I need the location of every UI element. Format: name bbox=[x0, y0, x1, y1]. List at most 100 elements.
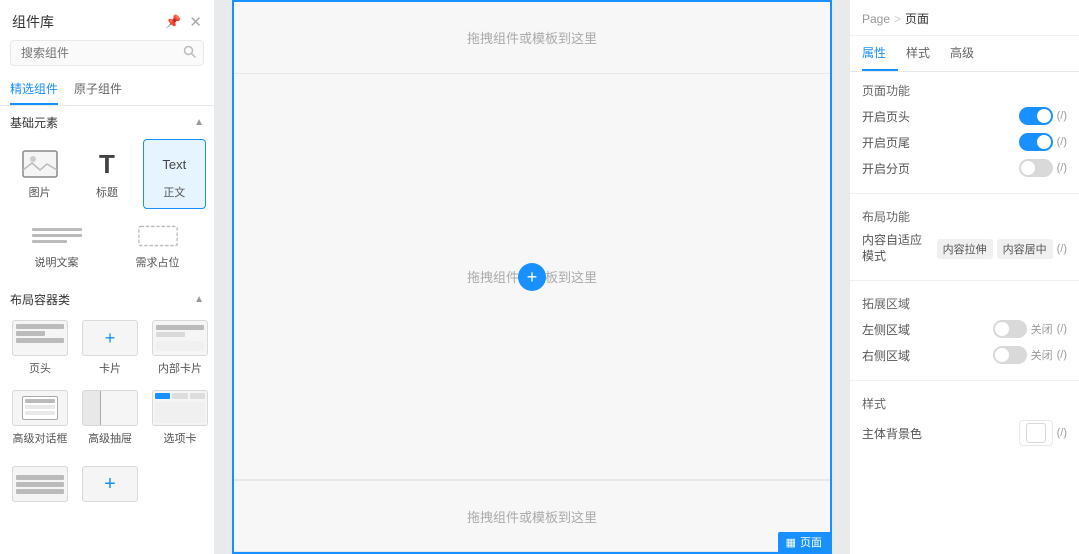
prop-controls-header: (/) bbox=[1019, 107, 1067, 125]
layout-inner-card-thumb bbox=[152, 320, 208, 356]
page-badge-icon: ▦ bbox=[786, 536, 796, 549]
toggle-left-label: 关闭 bbox=[1031, 321, 1053, 337]
prop-label-right-area: 右侧区域 bbox=[862, 347, 910, 364]
search-input[interactable] bbox=[10, 40, 204, 66]
text-symbol: Text bbox=[162, 157, 186, 172]
prop-controls-right-area: 关闭 (/) bbox=[993, 346, 1067, 364]
layout-tabs-thumb bbox=[152, 390, 208, 426]
close-icon[interactable]: ✕ bbox=[189, 13, 202, 31]
panel-title: 组件库 bbox=[12, 12, 54, 32]
more-add-thumb: + bbox=[82, 466, 138, 502]
right-tab-style[interactable]: 样式 bbox=[906, 36, 942, 71]
prop-row-bg-color: 主体背景色 (/) bbox=[862, 420, 1067, 446]
layout-functions-section: 布局功能 内容自适应模式 内容拉伸 内容居中 (/) bbox=[850, 198, 1079, 276]
content-mode-suffix: (/) bbox=[1057, 243, 1067, 255]
tab-atomic[interactable]: 原子组件 bbox=[74, 74, 122, 105]
expand-areas-section: 拓展区域 左侧区域 关闭 (/) 右侧区域 关闭 (/) bbox=[850, 285, 1079, 376]
text-label: 正文 bbox=[163, 184, 185, 200]
component-title[interactable]: T 标题 bbox=[75, 139, 138, 209]
desc-icon bbox=[13, 222, 100, 250]
breadcrumb-parent: Page bbox=[862, 12, 890, 26]
desc-label: 说明文案 bbox=[35, 254, 79, 270]
right-tab-props[interactable]: 属性 bbox=[862, 36, 898, 71]
prop-label-left-area: 左侧区域 bbox=[862, 321, 910, 338]
more-list-thumb bbox=[12, 466, 68, 502]
layout-dialog[interactable]: 高级对话框 bbox=[8, 386, 72, 450]
layout-tabs[interactable]: 选项卡 bbox=[148, 386, 212, 450]
toggle-right-area[interactable] bbox=[993, 346, 1027, 364]
left-panel: 组件库 📌 ✕ 精选组件 原子组件 基础元素 ▲ bbox=[0, 0, 215, 554]
prop-row-left-area: 左侧区域 关闭 (/) bbox=[862, 320, 1067, 338]
bg-color-suffix: (/) bbox=[1057, 427, 1067, 439]
title-icon: T bbox=[87, 148, 127, 180]
tag-center[interactable]: 内容居中 bbox=[997, 239, 1053, 259]
layout-functions-title: 布局功能 bbox=[862, 208, 1067, 225]
component-placeholder[interactable]: 需求占位 bbox=[109, 213, 206, 279]
layout-inner-card-label: 内部卡片 bbox=[158, 360, 202, 376]
basic-row2: 说明文案 需求占位 bbox=[0, 213, 214, 283]
breadcrumb: Page > 页面 bbox=[850, 0, 1079, 36]
tag-stretch[interactable]: 内容拉伸 bbox=[937, 239, 993, 259]
layout-header[interactable]: 页头 bbox=[8, 316, 72, 380]
divider-1 bbox=[850, 193, 1079, 194]
section-layout-title: 布局容器类 bbox=[10, 291, 70, 308]
styles-title: 样式 bbox=[862, 395, 1067, 412]
prop-row-header: 开启页头 (/) bbox=[862, 107, 1067, 125]
prop-row-pagination: 开启分页 (/) bbox=[862, 159, 1067, 177]
expand-areas-title: 拓展区域 bbox=[862, 295, 1067, 312]
basic-row2-inner: 说明文案 需求占位 bbox=[8, 213, 206, 279]
component-image[interactable]: 图片 bbox=[8, 139, 71, 209]
prop-label-content-mode: 内容自适应模式 bbox=[862, 233, 922, 264]
prop-row-footer: 开启页尾 (/) bbox=[862, 133, 1067, 151]
page-canvas: 拖拽组件或模板到这里 拖拽组件或模板到这里 + 拖拽组件或模板到这里 ▦ 页面 bbox=[232, 0, 832, 554]
placeholder-label: 需求占位 bbox=[136, 254, 180, 270]
breadcrumb-separator: > bbox=[894, 12, 901, 26]
prop-row-right-area: 右侧区域 关闭 (/) bbox=[862, 346, 1067, 364]
layout-drawer[interactable]: 高级抽屉 bbox=[78, 386, 142, 450]
toggle-left-area[interactable] bbox=[993, 320, 1027, 338]
more-add-item[interactable]: + bbox=[78, 462, 142, 510]
component-tabs: 精选组件 原子组件 bbox=[0, 74, 214, 106]
toggle-footer-label: (/) bbox=[1057, 136, 1067, 148]
card-plus-icon: + bbox=[105, 329, 116, 347]
section-layout-header: 布局容器类 ▲ bbox=[0, 283, 214, 312]
section-layout-chevron[interactable]: ▲ bbox=[194, 294, 204, 305]
section-basic-chevron[interactable]: ▲ bbox=[194, 117, 204, 128]
prop-label-footer: 开启页尾 bbox=[862, 134, 910, 151]
layout-dialog-thumb bbox=[12, 390, 68, 426]
tab-featured[interactable]: 精选组件 bbox=[10, 74, 58, 105]
canvas-area: 拖拽组件或模板到这里 拖拽组件或模板到这里 + 拖拽组件或模板到这里 ▦ 页面 bbox=[215, 0, 849, 554]
pin-icon[interactable]: 📌 bbox=[165, 14, 181, 30]
layout-inner-card[interactable]: 内部卡片 bbox=[148, 316, 212, 380]
color-swatch[interactable] bbox=[1026, 423, 1046, 443]
toggle-header[interactable] bbox=[1019, 107, 1053, 125]
section-basic-title: 基础元素 bbox=[10, 114, 58, 131]
layout-card-label: 卡片 bbox=[99, 360, 121, 376]
more-list-item[interactable] bbox=[8, 462, 72, 510]
layout-header-thumb bbox=[12, 320, 68, 356]
toggle-header-label: (/) bbox=[1057, 110, 1067, 122]
toggle-pagination[interactable] bbox=[1019, 159, 1053, 177]
toggle-right-label: 关闭 bbox=[1031, 347, 1053, 363]
prop-row-content-mode: 内容自适应模式 内容拉伸 内容居中 (/) bbox=[862, 233, 1067, 264]
layout-tabs-label: 选项卡 bbox=[164, 430, 197, 446]
left-panel-scroll: 基础元素 ▲ 图片 T 标题 bbox=[0, 106, 214, 554]
component-text[interactable]: Text 正文 bbox=[143, 139, 206, 209]
drop-zone-bottom[interactable]: 拖拽组件或模板到这里 bbox=[234, 480, 830, 552]
drop-zone-top-text: 拖拽组件或模板到这里 bbox=[467, 28, 597, 47]
drop-zone-bottom-text: 拖拽组件或模板到这里 bbox=[467, 507, 597, 526]
toggle-footer[interactable] bbox=[1019, 133, 1053, 151]
drop-zone-top[interactable]: 拖拽组件或模板到这里 bbox=[234, 2, 830, 74]
page-badge: ▦ 页面 bbox=[778, 532, 830, 552]
layout-drawer-thumb bbox=[82, 390, 138, 426]
layout-card[interactable]: + 卡片 bbox=[78, 316, 142, 380]
right-tab-advanced[interactable]: 高级 bbox=[950, 36, 986, 71]
prop-controls-content-mode: 内容拉伸 内容居中 (/) bbox=[937, 239, 1067, 259]
component-desc[interactable]: 说明文案 bbox=[8, 213, 105, 279]
panel-header-icons: 📌 ✕ bbox=[165, 13, 202, 31]
left-area-suffix: (/) bbox=[1057, 323, 1067, 335]
add-component-button[interactable]: + bbox=[518, 263, 546, 291]
image-label: 图片 bbox=[29, 184, 51, 200]
prop-controls-bg-color: (/) bbox=[1019, 420, 1067, 446]
drop-zone-middle[interactable]: 拖拽组件或模板到这里 + bbox=[234, 74, 830, 480]
